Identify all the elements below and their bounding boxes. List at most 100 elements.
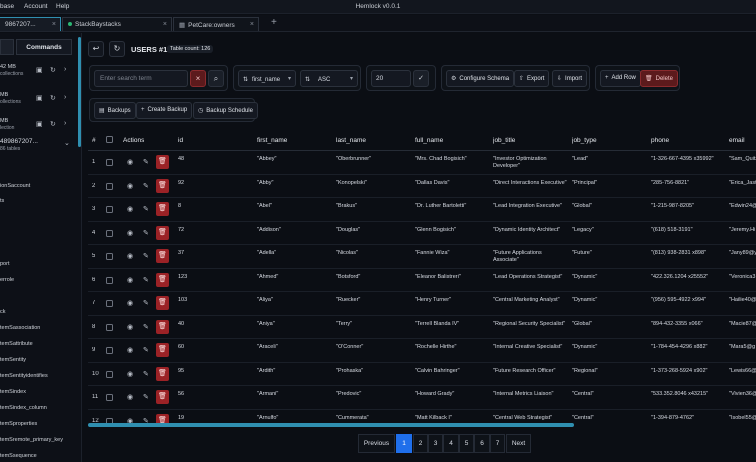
tab-petcare-owners[interactable]: ▦ PetCare:owners × bbox=[173, 17, 259, 31]
tab-stackbaystacks[interactable]: StackBaystacks × bbox=[62, 17, 172, 31]
import-button[interactable]: ⇩ Import bbox=[552, 70, 588, 87]
row-checkbox[interactable] bbox=[106, 206, 113, 213]
trash-icon[interactable]: 🗑 bbox=[156, 390, 169, 404]
pencil-icon[interactable]: ✎ bbox=[143, 182, 149, 190]
table-row[interactable]: 8 ◉ ✎ 🗑 40 "Aniya" "Terry" "Terrell Blanda IV" "… bbox=[88, 316, 756, 339]
table-row[interactable]: 6 ◉ ✎ 🗑 123 "Ahmed" "Botsford" "Eleanor Balistr… bbox=[88, 269, 756, 292]
sidebar-table-item[interactable]: temSentityidentifies bbox=[0, 373, 48, 379]
pencil-icon[interactable]: ✎ bbox=[143, 346, 149, 354]
limit-input[interactable] bbox=[371, 70, 411, 87]
backup-schedule-button[interactable]: ◷ Backup Schedule bbox=[193, 102, 258, 119]
sidebar-table-item[interactable]: temSentity bbox=[0, 357, 26, 363]
eye-icon[interactable]: ◉ bbox=[127, 346, 133, 354]
pencil-icon[interactable]: ✎ bbox=[143, 276, 149, 284]
previous-page-button[interactable]: Previous bbox=[358, 434, 395, 453]
add-row-button[interactable]: + Add Row bbox=[600, 70, 641, 87]
page-button[interactable]: 1 bbox=[396, 434, 412, 453]
pencil-icon[interactable]: ✎ bbox=[143, 229, 149, 237]
table-row[interactable]: 11 ◉ ✎ 🗑 56 "Armani" "Predovic" "Howard Grady" "… bbox=[88, 386, 756, 410]
pencil-icon[interactable]: ✎ bbox=[143, 370, 149, 378]
table-row[interactable]: 3 ◉ ✎ 🗑 8 "Abel" "Brakus" "Dr. Luther Bartolett… bbox=[88, 198, 756, 222]
sidebar-table-item[interactable]: temSsequence bbox=[0, 453, 37, 459]
export-button[interactable]: ⇧ Export bbox=[514, 70, 550, 87]
refresh-icon[interactable]: ↻ bbox=[50, 94, 56, 102]
row-checkbox[interactable] bbox=[106, 347, 113, 354]
backups-button[interactable]: ▤ Backups bbox=[94, 102, 136, 119]
row-checkbox[interactable] bbox=[106, 276, 113, 284]
page-button[interactable]: 6 bbox=[474, 434, 490, 453]
trash-icon[interactable]: 🗑 bbox=[156, 225, 169, 240]
table-row[interactable]: 2 ◉ ✎ 🗑 92 "Abby" "Konopelski" "Dallas Davis" "D… bbox=[88, 175, 756, 198]
sidebar-table-item[interactable]: errole bbox=[0, 277, 14, 283]
sidebar-table-item[interactable]: temSassociation bbox=[0, 325, 40, 331]
page-button[interactable]: 3 bbox=[428, 434, 443, 453]
refresh-button[interactable]: ↻ bbox=[109, 41, 125, 57]
eye-icon[interactable]: ◉ bbox=[127, 299, 133, 307]
chevron-right-icon[interactable]: › bbox=[64, 94, 66, 101]
sidebar-table-item[interactable]: temSremote_primary_key bbox=[0, 437, 63, 443]
pencil-icon[interactable]: ✎ bbox=[143, 252, 149, 260]
page-button[interactable]: 2 bbox=[413, 434, 428, 453]
trash-icon[interactable]: 🗑 bbox=[156, 202, 169, 216]
chevron-down-icon[interactable]: ⌄ bbox=[64, 139, 70, 147]
trash-icon[interactable]: 🗑 bbox=[156, 155, 169, 169]
sidebar-table-item[interactable]: temSproperties bbox=[0, 421, 37, 427]
sort-field-select[interactable]: ⇅ first_name ▾ bbox=[238, 70, 296, 87]
table-row[interactable]: 7 ◉ ✎ 🗑 103 "Aliya" "Ruecker" "Henry Turner" "Ce… bbox=[88, 292, 756, 316]
row-checkbox[interactable] bbox=[106, 323, 113, 331]
column-header[interactable]: job_title bbox=[493, 137, 515, 144]
back-button[interactable]: ↩ bbox=[88, 41, 104, 57]
calendar-icon[interactable]: ▣ bbox=[36, 94, 43, 102]
configure-schema-button[interactable]: ⚙ Configure Schema bbox=[446, 70, 515, 87]
table-row[interactable]: 4 ◉ ✎ 🗑 72 "Addison" "Douglas" "Glenn Bogisich"… bbox=[88, 222, 756, 245]
calendar-icon[interactable]: ▣ bbox=[36, 66, 43, 74]
table-row[interactable]: 5 ◉ ✎ 🗑 37 "Adella" "Nicolas" "Fannie Wiza" "Fut… bbox=[88, 245, 756, 269]
chevron-right-icon[interactable]: › bbox=[64, 120, 66, 127]
tab-connection[interactable]: 9867207... × bbox=[0, 17, 61, 31]
eye-icon[interactable]: ◉ bbox=[127, 158, 133, 166]
sidebar-table-item[interactable]: temSindex bbox=[0, 389, 26, 395]
sidebar-table-item[interactable]: temSindex_column bbox=[0, 405, 47, 411]
page-button[interactable]: 5 bbox=[459, 434, 474, 453]
column-header[interactable]: id bbox=[178, 137, 183, 144]
eye-icon[interactable]: ◉ bbox=[127, 323, 133, 331]
trash-icon[interactable]: 🗑 bbox=[156, 366, 169, 381]
table-row[interactable]: 10 ◉ ✎ 🗑 95 "Ardith" "Prohaska" "Calvin Bahring… bbox=[88, 363, 756, 386]
pencil-icon[interactable]: ✎ bbox=[143, 205, 149, 213]
sidebar-tab-explorer[interactable] bbox=[0, 39, 14, 55]
trash-icon[interactable]: 🗑 bbox=[156, 296, 169, 310]
calendar-icon[interactable]: ▣ bbox=[36, 120, 43, 128]
close-icon[interactable]: × bbox=[52, 21, 56, 28]
apply-limit-button[interactable]: ✓ bbox=[413, 70, 429, 87]
column-header[interactable]: first_name bbox=[257, 137, 287, 144]
page-button[interactable]: 7 bbox=[490, 434, 505, 453]
search-input[interactable] bbox=[94, 70, 188, 87]
row-checkbox[interactable] bbox=[106, 394, 113, 401]
eye-icon[interactable]: ◉ bbox=[127, 370, 133, 378]
eye-icon[interactable]: ◉ bbox=[127, 252, 133, 260]
sidebar-table-item[interactable]: temSattribute bbox=[0, 341, 33, 347]
sidebar-scrollbar[interactable] bbox=[78, 37, 81, 147]
column-header[interactable]: full_name bbox=[415, 137, 443, 144]
sort-order-select[interactable]: ⇅ ASC ▾ bbox=[300, 70, 358, 87]
row-checkbox[interactable] bbox=[106, 370, 113, 378]
database-item[interactable]: 489867207... 86 tables ⌄ bbox=[0, 138, 78, 152]
column-header[interactable]: last_name bbox=[336, 137, 366, 144]
eye-icon[interactable]: ◉ bbox=[127, 229, 133, 237]
eye-icon[interactable]: ◉ bbox=[127, 205, 133, 213]
pencil-icon[interactable]: ✎ bbox=[143, 323, 149, 331]
column-header[interactable]: phone bbox=[651, 137, 669, 144]
sidebar-table-item[interactable]: port bbox=[0, 261, 9, 267]
sidebar-table-item[interactable]: ck bbox=[0, 309, 6, 315]
eye-icon[interactable]: ◉ bbox=[127, 182, 133, 190]
trash-icon[interactable]: 🗑 bbox=[156, 272, 169, 287]
table-row[interactable]: 9 ◉ ✎ 🗑 60 "Araceli" "O'Conner" "Rochelle Hirth… bbox=[88, 339, 756, 363]
chevron-right-icon[interactable]: › bbox=[64, 66, 66, 73]
sidebar-tab-commands[interactable]: Commands bbox=[16, 39, 72, 55]
trash-icon[interactable]: 🗑 bbox=[156, 319, 169, 334]
new-tab-plus-icon[interactable]: + bbox=[271, 17, 277, 28]
trash-icon[interactable]: 🗑 bbox=[156, 249, 169, 263]
page-button[interactable]: 4 bbox=[443, 434, 459, 453]
pencil-icon[interactable]: ✎ bbox=[143, 299, 149, 307]
search-button[interactable]: ⌕ bbox=[208, 70, 224, 87]
